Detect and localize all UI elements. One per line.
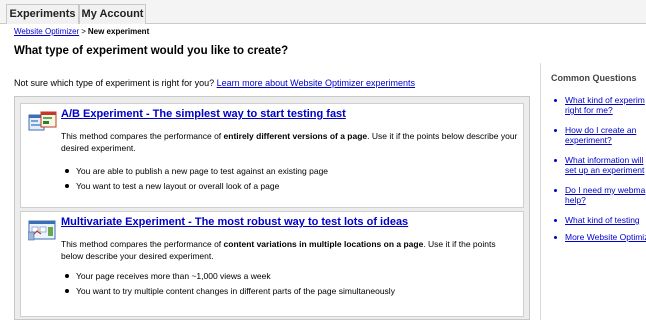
tab-experiments[interactable]: Experiments — [6, 4, 79, 24]
list-item: You are able to publish a new page to te… — [61, 165, 328, 180]
faq-item: What kind of testing — [553, 215, 646, 232]
page-title: What type of experiment would you like t… — [14, 45, 289, 57]
breadcrumb-home-link[interactable]: Website Optimizer — [14, 27, 79, 36]
multivariate-experiment-title-link[interactable]: Multivariate Experiment - The most robus… — [61, 216, 408, 228]
faq-link-more[interactable]: More Website Optimiz — [565, 232, 646, 242]
faq-list: What kind of experim right for me? How do… — [553, 95, 646, 244]
faq-item: Do I need my webma help? — [553, 185, 646, 215]
faq-link-information-needed[interactable]: What information will set up an experimen… — [565, 155, 644, 175]
multivariate-experiment-icon — [28, 220, 56, 241]
learn-more-link[interactable]: Learn more about Website Optimizer exper… — [217, 78, 415, 88]
multivariate-experiment-card: Multivariate Experiment - The most robus… — [20, 211, 524, 317]
mv-desc-text: This method compares the performance of — [61, 239, 224, 249]
multivariate-experiment-criteria: Your page receives more than ~1,000 view… — [61, 270, 395, 300]
common-questions-sidebar: Common Questions What kind of experim rig… — [540, 63, 646, 320]
breadcrumb-current: New experiment — [87, 27, 150, 36]
ab-experiment-title-link[interactable]: A/B Experiment - The simplest way to sta… — [61, 108, 346, 120]
list-item: Your page receives more than ~1,000 view… — [61, 270, 395, 285]
breadcrumb: Website Optimizer > New experiment — [14, 27, 149, 36]
ab-experiment-card: A/B Experiment - The simplest way to sta… — [20, 103, 524, 208]
ab-experiment-icon — [28, 111, 57, 131]
ab-desc-text: This method compares the performance of — [61, 131, 224, 141]
ab-experiment-criteria: You are able to publish a new page to te… — [61, 165, 328, 195]
top-nav: Experiments My Account — [0, 0, 646, 24]
list-item: You want to test a new layout or overall… — [61, 180, 328, 195]
ab-desc-emphasis: entirely different versions of a page — [223, 131, 368, 141]
intro-question: Not sure which type of experiment is rig… — [14, 78, 215, 88]
faq-link-webmaster-help[interactable]: Do I need my webma help? — [565, 185, 645, 205]
list-item: You want to try multiple content changes… — [61, 285, 395, 300]
ab-experiment-description: This method compares the performance of … — [61, 130, 519, 154]
experiment-options: A/B Experiment - The simplest way to sta… — [14, 96, 530, 320]
faq-item: More Website Optimiz — [553, 232, 646, 244]
faq-link-create-experiment[interactable]: How do I create an experiment? — [565, 125, 636, 145]
intro-text: Not sure which type of experiment is rig… — [14, 78, 415, 88]
breadcrumb-separator: > — [81, 27, 86, 36]
faq-item: How do I create an experiment? — [553, 125, 646, 155]
faq-link-testing-kind[interactable]: What kind of testing — [565, 215, 640, 225]
multivariate-experiment-description: This method compares the performance of … — [61, 238, 519, 262]
sidebar-title: Common Questions — [551, 73, 637, 83]
faq-item: What information will set up an experimen… — [553, 155, 646, 185]
tab-my-account[interactable]: My Account — [79, 4, 146, 24]
faq-link-experiment-type[interactable]: What kind of experim right for me? — [565, 95, 645, 115]
mv-desc-emphasis: content variations in multiple locations… — [223, 239, 424, 249]
faq-item: What kind of experim right for me? — [553, 95, 646, 125]
